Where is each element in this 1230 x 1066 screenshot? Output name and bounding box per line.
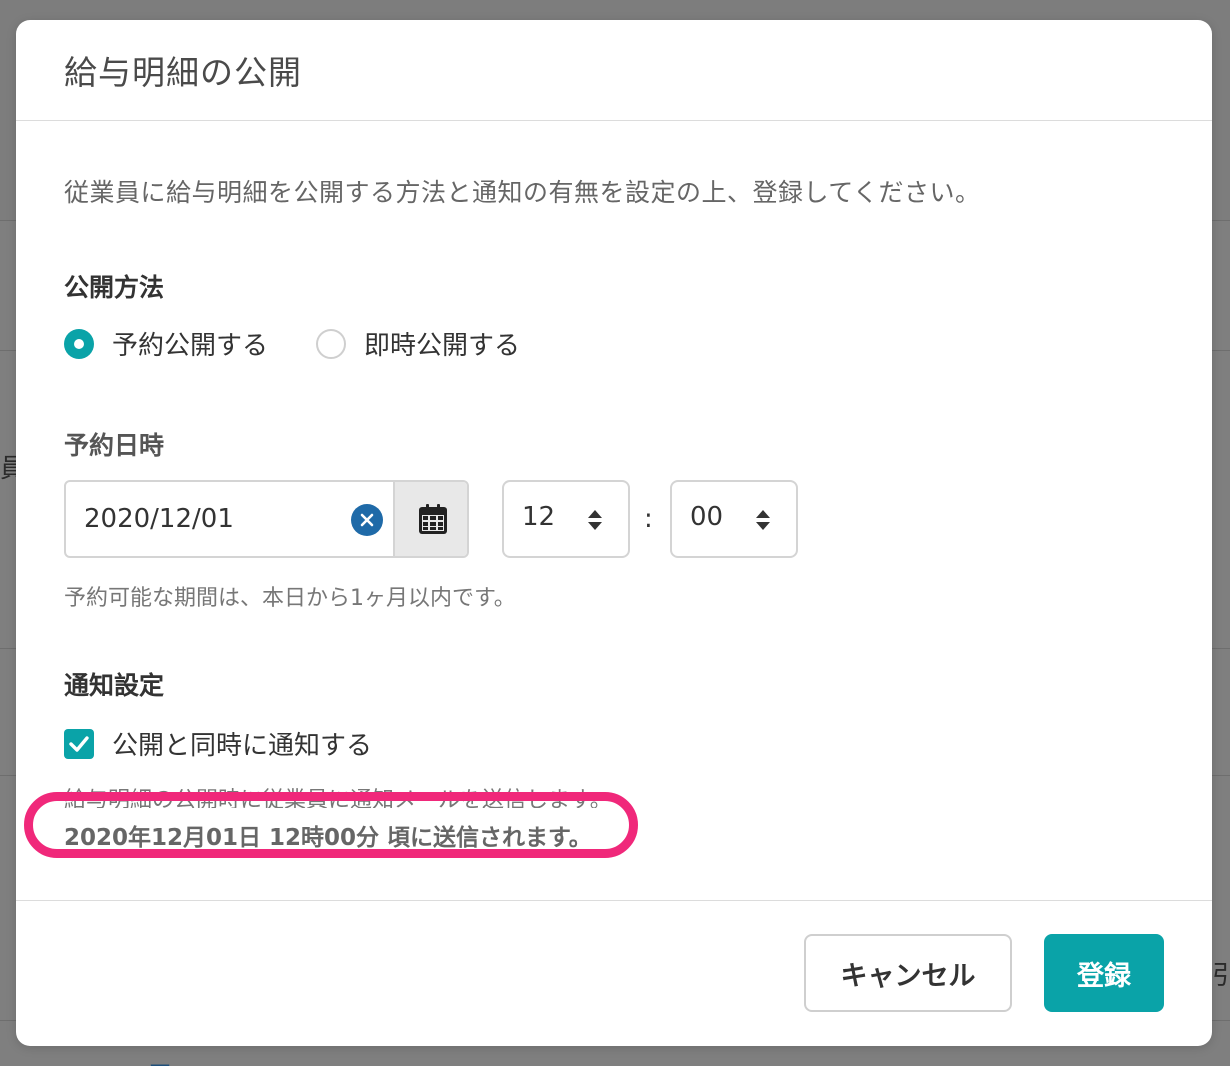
radio-button-unchecked[interactable] [316, 328, 347, 359]
publish-method-radio-group: 予約公開する 即時公開する [64, 325, 568, 362]
check-icon [69, 735, 89, 752]
minute-select[interactable]: 00 [670, 480, 798, 558]
calendar-icon [419, 504, 447, 534]
date-input[interactable] [66, 482, 326, 556]
publish-payslip-modal: 給与明細の公開 従業員に給与明細を公開する方法と通知の有無を設定の上、登録してく… [16, 20, 1212, 1046]
notification-hint: 給与明細の公開時に従業員に通知メールを送信します。 [64, 788, 612, 808]
date-picker [64, 480, 469, 558]
minute-value: 00 [690, 502, 724, 532]
close-icon [360, 513, 374, 527]
time-separator: : [644, 504, 653, 534]
radio-button-checked[interactable] [64, 328, 94, 359]
modal-description: 従業員に給与明細を公開する方法と通知の有無を設定の上、登録してください。 [64, 178, 981, 207]
send-time-text: 2020年12月01日 12時00分 頃に送信されます。 [64, 825, 592, 851]
radio-immediate-publish[interactable]: 即時公開する [316, 325, 520, 362]
radio-label: 即時公開する [364, 331, 521, 361]
background-text-fragment: 員 [0, 454, 16, 484]
hour-value: 12 [522, 502, 556, 532]
notification-settings-label: 通知設定 [64, 671, 165, 700]
publish-method-label: 公開方法 [64, 273, 165, 302]
clear-date-button[interactable] [351, 504, 383, 536]
radio-scheduled-publish[interactable]: 予約公開する [64, 325, 268, 362]
modal-header: 給与明細の公開 [16, 20, 1212, 121]
submit-button[interactable]: 登録 [1044, 934, 1164, 1012]
modal-title: 給与明細の公開 [64, 53, 302, 92]
radio-label: 予約公開する [112, 331, 269, 361]
notify-checkbox[interactable] [64, 728, 94, 759]
sort-icon [588, 510, 602, 530]
footer-divider [16, 900, 1212, 901]
notify-checkbox-label: 公開と同時に通知する [112, 731, 373, 761]
schedule-datetime-label: 予約日時 [64, 431, 165, 460]
cancel-button[interactable]: キャンセル [804, 934, 1012, 1012]
schedule-hint: 予約可能な期間は、本日から1ヶ月以内です。 [64, 586, 516, 611]
calendar-button[interactable] [393, 482, 467, 556]
background-text-fragment: 引 [1212, 961, 1230, 991]
sort-icon [756, 510, 770, 530]
notify-on-publish-checkbox-row[interactable]: 公開と同時に通知する [64, 725, 372, 762]
hour-select[interactable]: 12 [502, 480, 630, 558]
background-text-fragment: 一 [150, 1054, 170, 1066]
